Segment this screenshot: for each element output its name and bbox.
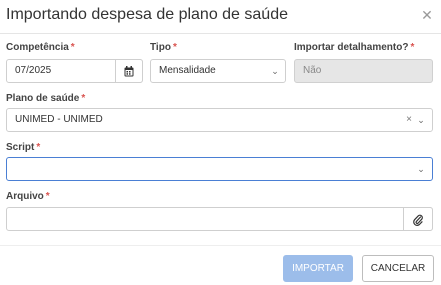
required-marker: * bbox=[70, 42, 75, 53]
tipo-label: Tipo * bbox=[150, 42, 177, 53]
plano-saude-value: UNIMED - UNIMED bbox=[15, 114, 103, 125]
tipo-value: Mensalidade bbox=[159, 65, 216, 76]
importar-detalhamento-field: Não bbox=[294, 59, 433, 83]
competencia-label: Competência * bbox=[6, 42, 75, 53]
plano-saude-select[interactable]: UNIMED - UNIMED × ⌄ bbox=[6, 108, 433, 132]
footer-divider bbox=[0, 245, 441, 246]
dialog-header: Importando despesa de plano de saúde ✕ bbox=[0, 0, 441, 34]
clear-icon[interactable]: × bbox=[404, 114, 414, 126]
required-marker: * bbox=[45, 191, 50, 202]
required-marker: * bbox=[172, 42, 177, 53]
script-label: Script * bbox=[6, 142, 41, 153]
dialog-title: Importando despesa de plano de saúde bbox=[6, 6, 288, 23]
required-marker: * bbox=[410, 42, 415, 53]
attach-button[interactable] bbox=[403, 207, 433, 231]
importar-button[interactable]: IMPORTAR bbox=[283, 255, 353, 282]
required-marker: * bbox=[81, 93, 86, 104]
arquivo-label: Arquivo * bbox=[6, 191, 50, 202]
importar-detalhamento-value: Não bbox=[303, 65, 322, 76]
chevron-down-icon: ⌄ bbox=[417, 115, 425, 125]
required-marker: * bbox=[36, 142, 41, 153]
cancelar-button[interactable]: CANCELAR bbox=[362, 255, 434, 282]
competencia-value: 07/2025 bbox=[15, 65, 52, 76]
importar-detalhamento-label: Importar detalhamento? * bbox=[294, 42, 415, 53]
script-select[interactable]: ⌄ bbox=[6, 157, 433, 181]
calendar-button[interactable] bbox=[115, 59, 143, 83]
tipo-select[interactable]: Mensalidade ⌄ bbox=[150, 59, 286, 83]
arquivo-field[interactable] bbox=[6, 207, 433, 231]
paperclip-icon bbox=[413, 214, 423, 226]
chevron-down-icon: ⌄ bbox=[271, 66, 279, 76]
plano-saude-label: Plano de saúde * bbox=[6, 93, 86, 104]
close-icon[interactable]: ✕ bbox=[418, 6, 436, 24]
import-dialog: Importando despesa de plano de saúde ✕ C… bbox=[0, 0, 441, 285]
competencia-field[interactable]: 07/2025 bbox=[6, 59, 143, 83]
chevron-down-icon: ⌄ bbox=[417, 164, 425, 174]
calendar-icon bbox=[124, 65, 134, 76]
